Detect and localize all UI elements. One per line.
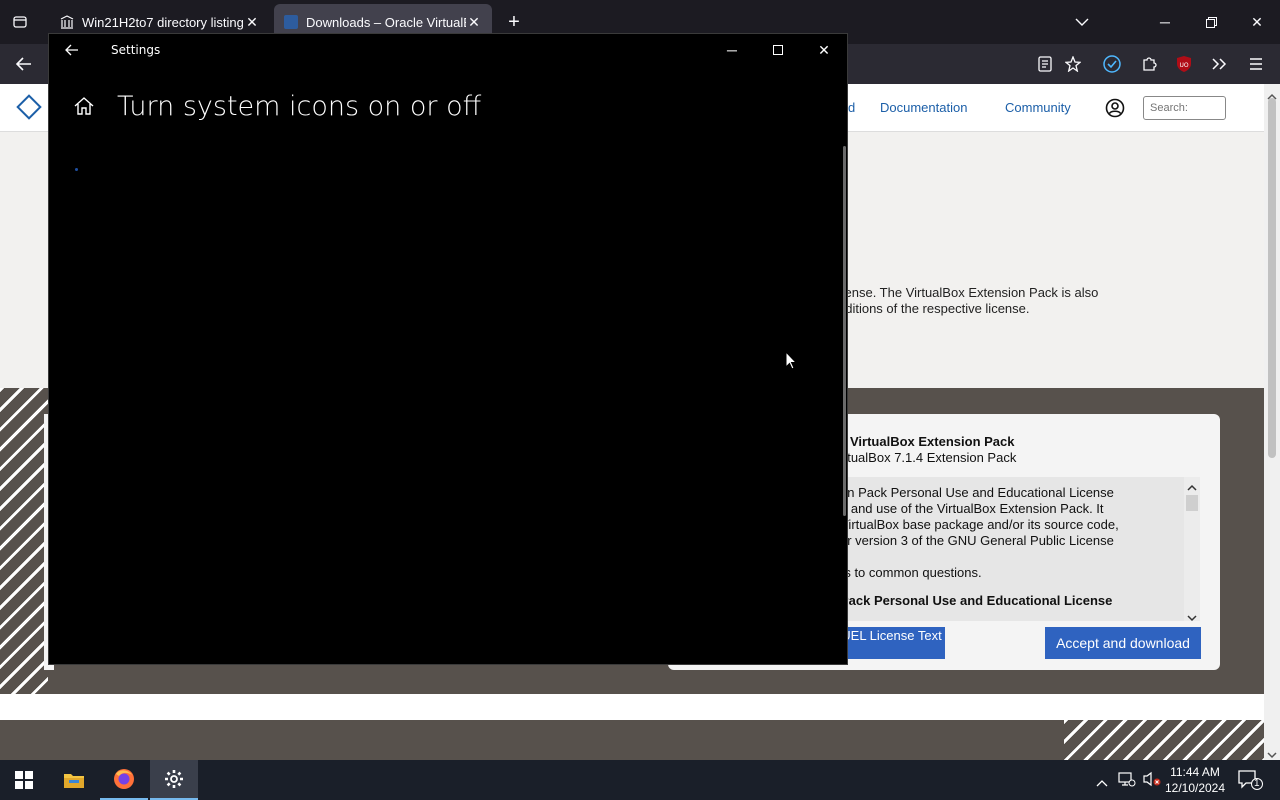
bookmark-star-icon[interactable] bbox=[1061, 52, 1085, 76]
virtualbox-favicon-icon bbox=[284, 15, 298, 29]
tab-title: Downloads – Oracle VirtualBox bbox=[306, 14, 466, 30]
settings-minimize-icon[interactable]: ─ bbox=[709, 34, 755, 66]
action-center-icon[interactable]: 1 bbox=[1238, 770, 1263, 795]
virtualbox-logo[interactable] bbox=[16, 94, 42, 120]
license-text-scrollbar[interactable] bbox=[1184, 477, 1200, 622]
volume-muted-icon[interactable] bbox=[1142, 771, 1162, 792]
firefox-taskbar-icon[interactable] bbox=[100, 760, 148, 800]
system-clock[interactable]: 11:44 AM 12/10/2024 bbox=[1160, 764, 1230, 796]
list-all-tabs-icon[interactable] bbox=[1070, 10, 1094, 34]
file-explorer-icon[interactable] bbox=[50, 760, 98, 800]
windows-taskbar: 11:44 AM 12/10/2024 1 bbox=[0, 760, 1280, 800]
license-line: er version 3 of the GNU General Public L… bbox=[840, 533, 1114, 548]
settings-taskbar-icon[interactable] bbox=[150, 760, 198, 800]
footer-band bbox=[0, 720, 1264, 760]
clock-date: 12/10/2024 bbox=[1164, 781, 1226, 795]
license-card-title: VirtualBox Extension Pack bbox=[850, 434, 1015, 449]
license-line bbox=[840, 549, 1184, 565]
home-icon[interactable] bbox=[73, 96, 95, 121]
settings-window: Settings ─ ✕ Turn system icons on or off bbox=[48, 33, 848, 665]
nav-link-documentation[interactable]: Documentation bbox=[880, 100, 967, 115]
svg-text:UO: UO bbox=[1179, 62, 1188, 69]
license-line: Pack Personal Use and Educational Licens… bbox=[840, 593, 1113, 608]
settings-back-icon[interactable] bbox=[49, 34, 95, 66]
accept-and-download-button[interactable]: Accept and download bbox=[1045, 627, 1201, 659]
tab-close-icon[interactable]: ✕ bbox=[244, 14, 260, 31]
settings-page-heading: Turn system icons on or off bbox=[117, 91, 482, 122]
notification-count-badge: 1 bbox=[1251, 778, 1263, 790]
start-windows-icon[interactable] bbox=[0, 760, 48, 800]
puel-license-text-button[interactable]: UEL License Text bbox=[838, 627, 945, 659]
browser-restore-icon[interactable] bbox=[1188, 0, 1234, 44]
user-account-icon[interactable] bbox=[1105, 98, 1125, 123]
decorative-stripes bbox=[1064, 720, 1264, 760]
settings-close-icon[interactable]: ✕ bbox=[801, 34, 847, 66]
section-divider bbox=[0, 694, 1264, 720]
license-line: o and use of the VirtualBox Extension Pa… bbox=[840, 501, 1104, 516]
license-text-box[interactable]: on Pack Personal Use and Educational Lic… bbox=[828, 477, 1184, 621]
site-search-input[interactable] bbox=[1143, 96, 1226, 120]
more-tools-icon[interactable] bbox=[1207, 52, 1231, 76]
browser-close-icon[interactable]: ✕ bbox=[1234, 0, 1280, 44]
archive-icon bbox=[60, 15, 74, 29]
hero-text-line: cense. The VirtualBox Extension Pack is … bbox=[838, 285, 1099, 300]
clock-time: 11:44 AM bbox=[1170, 765, 1220, 779]
page-scrollbar[interactable] bbox=[1264, 84, 1280, 760]
hero-text-line: nditions of the respective license. bbox=[838, 301, 1030, 316]
browser-minimize-icon[interactable]: ─ bbox=[1142, 0, 1188, 44]
hero-license-notice: cense. The VirtualBox Extension Pack is … bbox=[838, 285, 1098, 317]
settings-title-bar: Settings ─ ✕ bbox=[49, 34, 847, 66]
scroll-down-icon[interactable] bbox=[1187, 609, 1197, 627]
ublock-origin-icon[interactable]: UO bbox=[1172, 52, 1196, 76]
license-card-subtitle: irtualBox 7.1.4 Extension Pack bbox=[840, 450, 1017, 465]
show-hidden-icons-icon[interactable] bbox=[1096, 774, 1108, 792]
reader-view-icon[interactable] bbox=[1033, 52, 1057, 76]
decorative-stripes bbox=[0, 388, 48, 694]
tab-close-icon[interactable]: ✕ bbox=[466, 14, 482, 31]
new-tab-icon[interactable]: + bbox=[502, 10, 526, 34]
settings-window-title: Settings bbox=[111, 43, 161, 57]
extensions-puzzle-icon[interactable] bbox=[1137, 52, 1161, 76]
settings-scrollbar[interactable] bbox=[843, 146, 846, 516]
mouse-pointer-icon bbox=[785, 350, 798, 376]
license-line: VirtualBox base package and/or its sourc… bbox=[840, 517, 1119, 532]
license-line: on Pack Personal Use and Educational Lic… bbox=[840, 485, 1114, 500]
tab-title: Win21H2to7 directory listing bbox=[82, 14, 244, 30]
nav-link-community[interactable]: Community bbox=[1005, 100, 1071, 115]
nav-link-downloads[interactable]: d bbox=[848, 100, 855, 115]
network-icon[interactable] bbox=[1118, 771, 1136, 792]
scroll-thumb[interactable] bbox=[1186, 495, 1198, 511]
tab-overview-icon[interactable] bbox=[8, 10, 32, 34]
loading-indicator-icon bbox=[75, 168, 78, 171]
extension-check-icon[interactable] bbox=[1100, 52, 1124, 76]
app-menu-icon[interactable] bbox=[1244, 52, 1268, 76]
scroll-thumb[interactable] bbox=[1268, 98, 1276, 458]
settings-maximize-icon[interactable] bbox=[755, 34, 801, 66]
license-line: rs to common questions. bbox=[840, 565, 982, 580]
back-arrow-icon[interactable] bbox=[12, 52, 36, 76]
